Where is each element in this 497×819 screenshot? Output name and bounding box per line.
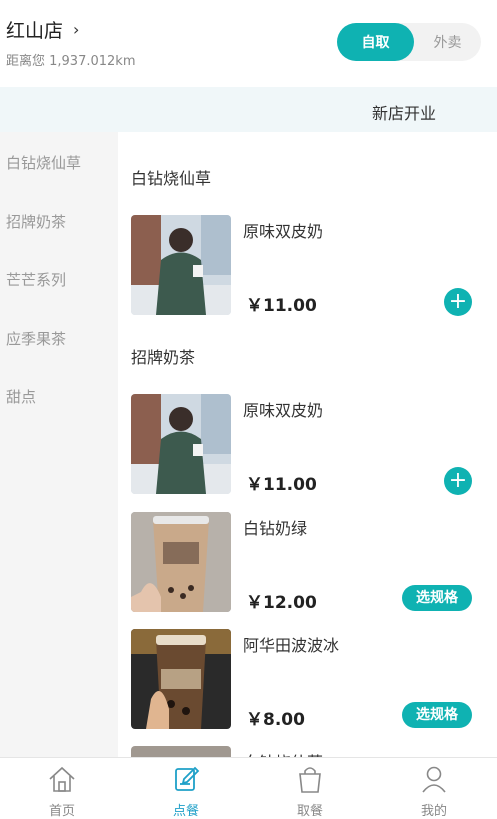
product-name: 白钻奶绿 [243,519,308,538]
tab-home[interactable]: 首页 [0,758,124,819]
product-price: ￥8.00 [246,710,305,730]
store-name: 红山店 [6,20,64,42]
category-sidebar: 白钻烧仙草 招牌奶茶 芒芒系列 应季果茶 甜点 [0,132,118,757]
tab-order[interactable]: 点餐 [124,758,248,819]
sidebar-item-dessert[interactable]: 甜点 [6,386,36,407]
store-selector[interactable]: 红山店 › [6,16,79,43]
order-icon [175,766,200,791]
section-title: 白钻烧仙草 [131,169,212,188]
product-price: ￥12.00 [246,593,317,613]
sidebar-item-milk-tea[interactable]: 招牌奶茶 [6,211,66,232]
menu-list[interactable]: 白钻烧仙草 原味双皮奶 ￥11.00 + 招牌奶茶 原味双皮奶 ￥11.00 +… [118,132,497,757]
bag-icon [299,767,321,793]
delivery-mode-button[interactable]: 外卖 [414,23,481,61]
add-to-cart-button[interactable]: + [444,467,472,495]
user-icon [422,766,446,793]
home-icon [49,766,75,792]
pickup-mode-button[interactable]: 自取 [337,23,414,61]
menu-item[interactable]: 原味双皮奶 ￥11.00 + [131,215,476,316]
sidebar-item-fruit-tea[interactable]: 应季果茶 [6,328,66,349]
menu-item[interactable]: 白钻奶绿 ￥12.00 选规格 [131,512,476,613]
tab-label: 取餐 [296,804,323,819]
sidebar-item-baizuan[interactable]: 白钻烧仙草 [6,152,81,173]
store-distance: 距离您 1,937.012km [6,54,136,69]
banner-text: 新店开业 [372,104,437,123]
order-mode-toggle: 自取 外卖 [337,23,481,61]
tab-pickup[interactable]: 取餐 [248,758,372,819]
tab-label: 我的 [420,804,447,819]
product-name: 原味双皮奶 [243,222,324,241]
chevron-right-icon: › [73,20,80,39]
product-name: 阿华田波波冰 [243,636,340,655]
select-spec-button[interactable]: 选规格 [402,585,472,611]
tab-label: 首页 [48,804,75,819]
announcement-banner[interactable]: 新店开业 [0,87,497,132]
menu-item[interactable]: 阿华田波波冰 ￥8.00 选规格 [131,629,476,730]
product-image [131,629,231,729]
tab-mine[interactable]: 我的 [372,758,496,819]
store-header: 红山店 › 距离您 1,937.012km 自取 外卖 [0,0,497,87]
bottom-tab-bar: 首页 点餐 取餐 我的 [0,757,497,819]
product-price: ￥11.00 [246,296,317,316]
product-image [131,746,231,757]
menu-item[interactable]: 白钻烧仙草 [131,746,476,757]
product-image [131,394,231,494]
menu-item[interactable]: 原味双皮奶 ￥11.00 + [131,394,476,495]
product-name: 白钻烧仙草 [243,749,323,757]
product-image [131,512,231,612]
select-spec-button[interactable]: 选规格 [402,702,472,728]
section-title: 招牌奶茶 [131,348,196,367]
sidebar-item-mango[interactable]: 芒芒系列 [6,269,66,290]
product-price: ￥11.00 [246,475,317,495]
add-to-cart-button[interactable]: + [444,288,472,316]
product-name: 原味双皮奶 [243,401,324,420]
tab-label: 点餐 [172,804,199,819]
product-image [131,215,231,315]
